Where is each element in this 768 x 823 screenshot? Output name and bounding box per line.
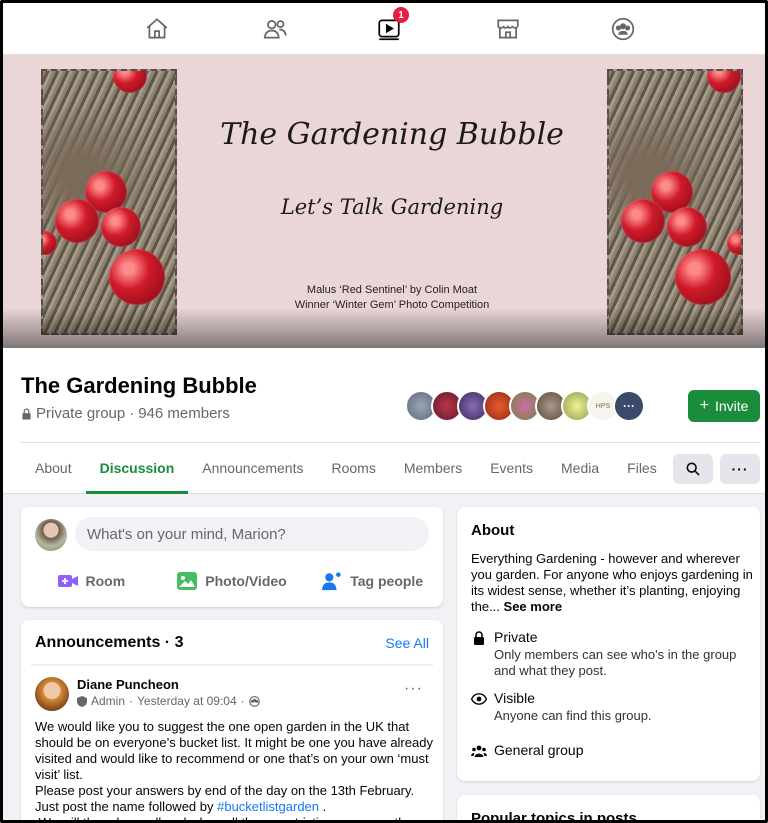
popular-topics-card: Popular topics in posts <box>457 795 760 823</box>
post-text: . <box>319 799 327 814</box>
cover-shade <box>3 308 765 348</box>
store-icon <box>497 19 519 39</box>
tag-people-label: Tag people <box>350 573 424 589</box>
about-visible-desc: Anyone can find this group. <box>494 708 652 723</box>
people-icon <box>263 20 287 39</box>
tab-media[interactable]: Media <box>547 443 613 493</box>
nav-marketplace[interactable] <box>492 13 524 45</box>
announcements-title: Announcements · 3 <box>35 634 184 651</box>
cover-photo-right <box>607 69 743 335</box>
post-paragraph: We will then do a poll and when all thes… <box>35 815 425 823</box>
photo-icon <box>177 571 198 591</box>
meta-dot: · <box>240 694 245 708</box>
cover-subtitle: Let’s Talk Gardening <box>280 195 504 219</box>
meta-separator: · <box>129 405 135 422</box>
avatar[interactable] <box>35 677 69 711</box>
tag-people-icon <box>322 571 342 591</box>
eye-icon <box>471 691 487 707</box>
search-button[interactable] <box>673 454 713 484</box>
about-title: About <box>471 522 515 539</box>
about-card: About Everything Gardening - however and… <box>457 507 760 781</box>
cover-photo-left <box>41 69 177 335</box>
group-icon <box>471 743 487 759</box>
whats-on-your-mind-input[interactable]: What's on your mind, Marion? <box>75 517 429 551</box>
shield-icon <box>77 695 87 707</box>
about-description: Everything Gardening - however and where… <box>471 551 755 615</box>
about-general-row: General group <box>471 742 755 762</box>
post-paragraph: We would like you to suggest the one ope… <box>35 719 433 782</box>
ellipsis-icon: ··· <box>731 461 749 477</box>
tab-about[interactable]: About <box>21 443 86 493</box>
cover-title: The Gardening Bubble <box>220 117 564 152</box>
composer-actions: Room Photo/Video Tag people <box>21 565 443 597</box>
invite-button[interactable]: + Invite <box>688 390 760 422</box>
more-options-button[interactable]: ··· <box>720 454 760 484</box>
lock-icon <box>471 630 487 646</box>
nav-groups[interactable] <box>259 13 291 45</box>
nav-group-feed[interactable] <box>607 13 639 45</box>
hashtag-link[interactable]: #bucketlistgarden <box>217 799 319 814</box>
tab-rooms[interactable]: Rooms <box>317 443 389 493</box>
about-private-title: Private <box>494 629 538 645</box>
member-count[interactable]: 946 members <box>138 405 230 422</box>
more-members-label: ··· <box>623 399 635 413</box>
post-options-button[interactable]: ··· <box>404 680 423 698</box>
room-label: Room <box>85 573 126 589</box>
post-time[interactable]: Yesterday at 09:04 <box>137 694 237 708</box>
popular-topics-title: Popular topics in posts <box>471 810 637 823</box>
group-header: The Gardening Bubble Private group · 946… <box>3 348 765 494</box>
post-role: Admin <box>91 694 126 708</box>
group-meta: Private group · 946 members <box>21 405 230 422</box>
photo-video-label: Photo/Video <box>205 573 287 589</box>
tab-announcements[interactable]: Announcements <box>188 443 317 493</box>
lock-icon <box>22 407 31 419</box>
about-visible-title: Visible <box>494 690 535 706</box>
cover-credit-line1: Malus ‘Red Sentinel’ by Colin Moat <box>306 284 478 296</box>
meta-dot: · <box>129 694 134 708</box>
post-paragraph: Please post your answers by end of the d… <box>35 783 415 798</box>
photo-video-button[interactable]: Photo/Video <box>162 565 303 597</box>
about-private-desc: Only members can see who's in the group … <box>494 647 737 678</box>
cover-photo: The Gardening Bubble Let’s Talk Gardenin… <box>3 55 765 348</box>
hps-label: HPS <box>595 402 611 410</box>
privacy-label: Private group <box>36 405 126 422</box>
top-navigation: 1 <box>3 3 765 55</box>
announcements-card: Announcements · 3 See All Diane Puncheon… <box>21 620 443 823</box>
search-icon <box>686 462 700 476</box>
group-audience-icon <box>248 695 260 707</box>
tab-members[interactable]: Members <box>390 443 476 493</box>
plus-icon: + <box>699 397 709 414</box>
about-visible-row: Visible Anyone can find this group. <box>471 690 755 730</box>
group-tabs: About Discussion Announcements Rooms Mem… <box>21 443 671 494</box>
home-icon <box>146 18 168 39</box>
tab-files[interactable]: Files <box>613 443 671 493</box>
post-composer: What's on your mind, Marion? Room Photo/… <box>21 507 443 607</box>
room-button[interactable]: Room <box>21 565 162 597</box>
group-name[interactable]: The Gardening Bubble <box>21 373 257 399</box>
announcements-divider <box>31 664 433 666</box>
group-icon <box>611 17 635 41</box>
nav-home[interactable] <box>141 13 173 45</box>
member-avatars-more[interactable]: ··· <box>613 390 645 422</box>
post-text: Just post the name followed by <box>35 799 218 814</box>
see-all-link[interactable]: See All <box>385 635 429 651</box>
see-more-link[interactable]: See more <box>504 599 563 614</box>
nav-watch[interactable]: 1 <box>373 7 409 45</box>
video-plus-icon <box>57 571 78 591</box>
post-paragraph: Just post the name followed by #bucketli… <box>35 799 437 815</box>
post-body: We would like you to suggest the one ope… <box>35 719 437 823</box>
post-meta: Admin · Yesterday at 09:04 · <box>77 694 260 708</box>
avatar[interactable] <box>35 519 67 551</box>
member-avatars[interactable]: HPS ··· <box>405 390 645 422</box>
invite-label: Invite <box>714 398 749 414</box>
tab-events[interactable]: Events <box>476 443 547 493</box>
app-frame: 1 The Gardening Bubble Let’s Talk Garden… <box>0 0 768 823</box>
tab-discussion[interactable]: Discussion <box>85 443 189 494</box>
post-author[interactable]: Diane Puncheon <box>77 677 179 692</box>
about-private-row: Private Only members can see who's in th… <box>471 629 755 678</box>
tag-people-button[interactable]: Tag people <box>302 565 443 597</box>
about-general-title: General group <box>494 742 584 758</box>
notification-badge: 1 <box>393 7 409 23</box>
